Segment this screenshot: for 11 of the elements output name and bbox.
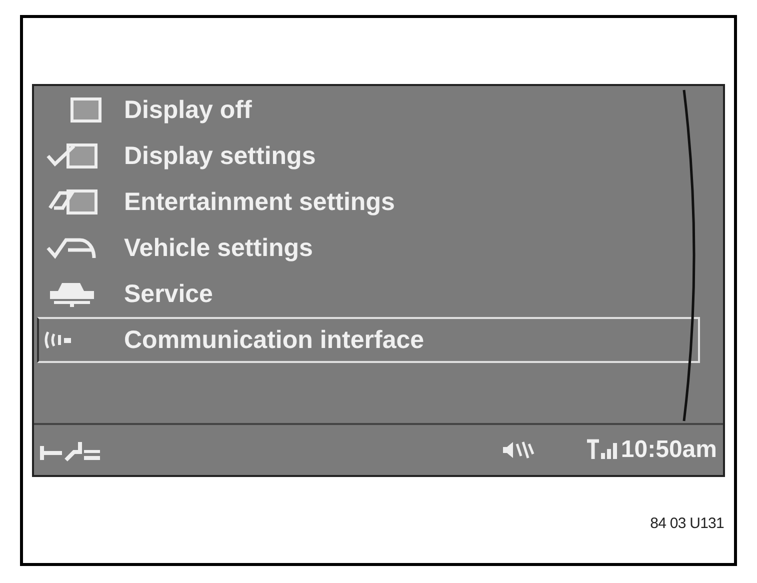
menu-item[interactable]: Service: [37, 271, 700, 317]
antenna-waves-icon: [44, 330, 72, 350]
menu-item[interactable]: Communication interface: [37, 317, 700, 363]
screen-icon: [70, 97, 102, 123]
figure-code: 84 03 U131: [650, 514, 724, 534]
menu-item[interactable]: Entertainment settings: [37, 179, 700, 225]
speaker-icon: [500, 440, 537, 460]
menu-item[interactable]: Display settings: [37, 133, 700, 179]
menu-item[interactable]: Display off: [37, 87, 700, 133]
menu-item[interactable]: Vehicle settings: [37, 225, 700, 271]
clock-time: 10:50am: [620, 438, 717, 462]
